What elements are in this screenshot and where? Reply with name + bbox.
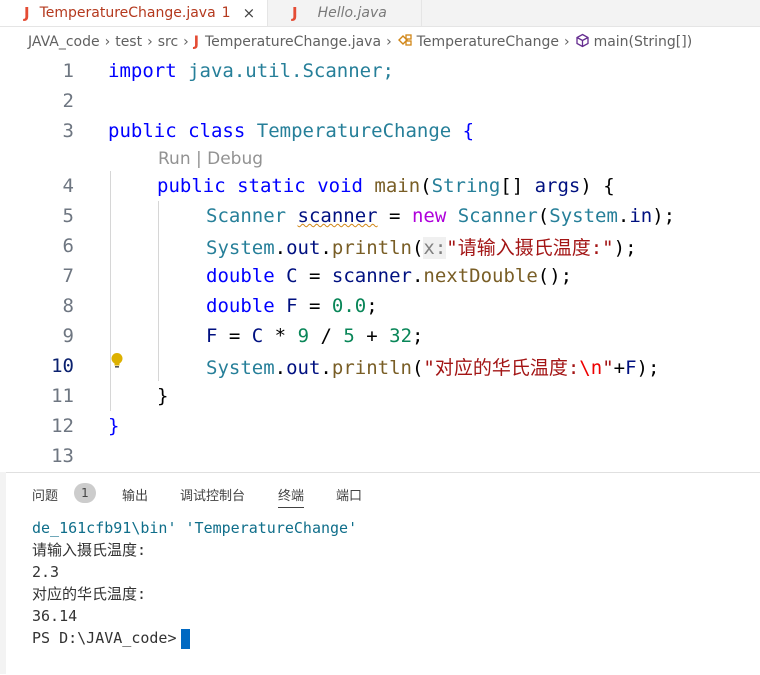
- code-line: 9 F = C * 9 / 5 + 32;: [0, 321, 760, 351]
- terminal-line: 请输入摄氏温度:: [32, 541, 147, 559]
- breadcrumb-item[interactable]: test: [115, 34, 142, 50]
- tab-temperaturechange[interactable]: J TemperatureChange.java 1 ×: [0, 0, 268, 26]
- line-number: 11: [51, 385, 74, 407]
- codelens-line: Run | Debug: [0, 144, 760, 174]
- tab-problems[interactable]: 问题: [32, 485, 58, 504]
- terminal-line: 2.3: [32, 563, 60, 581]
- parameter-inlay-hint: x:: [423, 236, 447, 259]
- tab-ports[interactable]: 端口: [336, 485, 362, 504]
- terminal-cursor: [180, 628, 190, 649]
- terminal-line: 对应的华氏温度:: [32, 585, 147, 603]
- tab-debug-console[interactable]: 调试控制台: [180, 485, 245, 504]
- line-number: 5: [62, 205, 74, 227]
- code-editor[interactable]: 1 import java.util.Scanner; 2 3 public c…: [0, 56, 760, 467]
- problems-count-badge: 1: [74, 483, 96, 503]
- problem-count-badge: 1: [221, 5, 231, 21]
- line-number: 8: [62, 295, 74, 317]
- breadcrumb: JAVA_code › test › src › J TemperatureCh…: [0, 28, 760, 56]
- line-number: 4: [62, 175, 74, 197]
- terminal-prompt-line: PS D:\JAVA_code>: [32, 627, 357, 649]
- line-number: 9: [62, 325, 74, 347]
- code-line: 7 double C = scanner.nextDouble();: [0, 261, 760, 291]
- line-number: 6: [62, 235, 74, 257]
- method-cube-icon: [575, 33, 590, 52]
- close-icon[interactable]: ×: [243, 4, 256, 22]
- chevron-right-icon: ›: [386, 34, 392, 50]
- code-line: 13: [0, 441, 760, 471]
- terminal[interactable]: de_161cfb91\bin' 'TemperatureChange' 请输入…: [32, 517, 357, 649]
- java-file-icon: J: [292, 4, 298, 22]
- code-line: 11 }: [0, 381, 760, 411]
- code-line: 3 public class TemperatureChange {: [0, 116, 760, 146]
- run-debug-codelens[interactable]: Run | Debug: [158, 149, 263, 169]
- class-icon: [397, 33, 413, 51]
- code-line: 6 System.out.println(x:"请输入摄氏温度:");: [0, 231, 760, 261]
- warning-squiggle: scanner: [297, 205, 378, 227]
- chevron-right-icon: ›: [104, 34, 111, 50]
- tab-terminal[interactable]: 终端: [278, 485, 305, 508]
- code-line: 1 import java.util.Scanner;: [0, 56, 760, 86]
- tab-label: TemperatureChange.java: [39, 5, 216, 21]
- terminal-line: de_161cfb91\bin' 'TemperatureChange': [32, 519, 358, 537]
- terminal-prompt: PS D:\JAVA_code>: [32, 629, 177, 647]
- line-number: 10: [51, 355, 74, 377]
- breadcrumb-item[interactable]: JAVA_code: [28, 34, 100, 50]
- editor-tab-bar: J TemperatureChange.java 1 × J Hello.jav…: [0, 0, 760, 27]
- line-number: 1: [62, 60, 74, 82]
- line-number: 3: [62, 120, 74, 142]
- java-file-icon: J: [24, 4, 30, 22]
- code-line: 2: [0, 86, 760, 116]
- tab-output[interactable]: 输出: [122, 485, 148, 504]
- line-number: 13: [51, 445, 74, 467]
- tab-hello[interactable]: J Hello.java: [268, 0, 422, 26]
- bottom-panel: 问题 1 输出 调试控制台 终端 端口 de_161cfb91\bin' 'Te…: [6, 472, 760, 675]
- line-number: 12: [51, 415, 74, 437]
- line-number: 7: [62, 265, 74, 287]
- chevron-right-icon: ›: [563, 34, 570, 50]
- breadcrumb-item[interactable]: TemperatureChange: [417, 34, 559, 50]
- chevron-right-icon: ›: [147, 34, 153, 50]
- code-line: 12 }: [0, 411, 760, 441]
- code-line: 8 double F = 0.0;: [0, 291, 760, 321]
- java-file-icon: J: [193, 34, 199, 50]
- panel-tabs: 问题 1 输出 调试控制台 终端 端口: [6, 473, 760, 513]
- code-line: 5 Scanner scanner = new Scanner(System.i…: [0, 201, 760, 231]
- chevron-right-icon: ›: [183, 34, 189, 50]
- lightbulb-icon[interactable]: [110, 352, 124, 370]
- line-number: 2: [62, 90, 74, 112]
- tab-label: Hello.java: [317, 5, 387, 21]
- breadcrumb-item[interactable]: TemperatureChange.java: [205, 34, 381, 50]
- breadcrumb-item[interactable]: src: [158, 34, 178, 50]
- terminal-line: 36.14: [32, 607, 78, 625]
- breadcrumb-item[interactable]: main(String[]): [594, 34, 693, 50]
- code-line: 4 public static void main(String[] args)…: [0, 171, 760, 201]
